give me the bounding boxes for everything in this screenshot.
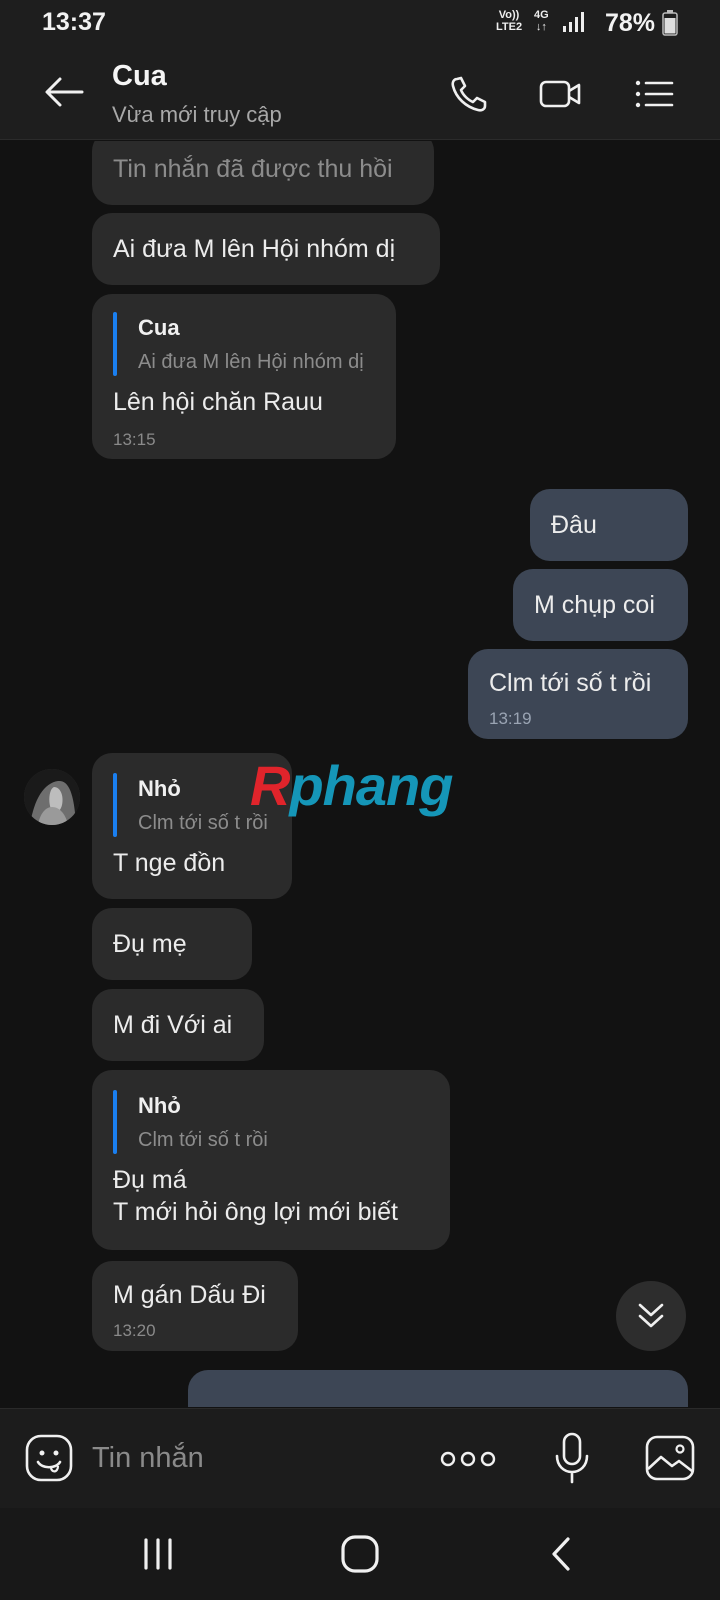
message-bubble[interactable]: M gán Dấu Đi 13:20 [92,1261,298,1351]
message-bubble[interactable]: Đụ mẹ [92,908,252,980]
message-time: 13:19 [489,709,532,728]
system-navigation-bar [0,1508,720,1600]
message-time: 13:20 [113,1321,156,1340]
message-bubble[interactable]: Ai đưa M lên Hội nhóm dị [92,213,440,285]
message-text: Ai đưa M lên Hội nhóm dị [113,235,396,263]
microphone-icon[interactable] [552,1431,592,1485]
quote-author: Nhỏ [138,1093,181,1118]
quote-author: Nhỏ [138,776,181,801]
signal-icon [563,12,584,32]
quote-text: Ai đưa M lên Hội nhóm dị [138,351,364,373]
reply-message-bubble[interactable]: Nhỏ Clm tới số t rồi Đụ má T mới hỏi ông… [92,1070,450,1250]
phone-icon[interactable] [448,74,492,114]
recalled-message-bubble[interactable]: Tin nhắn đã được thu hồi [92,141,434,205]
back-arrow-icon[interactable] [42,72,86,112]
message-composer [0,1408,720,1508]
back-icon[interactable] [540,1532,584,1576]
message-text: Đụ mẹ [113,930,187,958]
message-text: M chụp coi [534,591,655,619]
network-indicator: 4G ↓↑ [534,9,549,33]
reply-message-bubble[interactable]: Cua Ai đưa M lên Hội nhóm dị Lên hội chă… [92,294,396,459]
outgoing-message-bubble-partial[interactable] [188,1370,688,1407]
message-text: Clm tới số t rồi [489,669,652,697]
message-text-line-1: Đụ má [113,1166,187,1194]
emoji-icon[interactable] [24,1433,74,1483]
quote-text: Clm tới số t rồi [138,812,268,834]
quote-text: Clm tới số t rồi [138,1129,268,1151]
sender-avatar[interactable] [24,769,80,825]
message-text: M đi Với ai [113,1011,233,1039]
chat-header: Cua Vừa mới truy cập [0,44,720,140]
video-call-icon[interactable] [538,74,582,114]
quote-accent-bar [113,312,117,376]
message-text-line-2: T mới hỏi ông lợi mới biết [113,1198,398,1226]
message-text: Tin nhắn đã được thu hồi [113,155,393,183]
image-icon[interactable] [644,1433,696,1483]
scroll-to-bottom-button[interactable] [616,1281,686,1351]
message-list[interactable]: Tin nhắn đã được thu hồi Ai đưa M lên Hộ… [0,141,720,1407]
more-options-icon[interactable] [440,1449,496,1469]
message-text: Lên hội chăn Rauu [113,388,323,416]
quote-accent-bar [113,1090,117,1154]
message-text: Đâu [551,511,597,539]
status-bar: 13:37 Vo)) LTE2 4G ↓↑ 78% [0,0,720,44]
contact-status: Vừa mới truy cập [112,102,282,127]
message-text: T nge đồn [113,849,226,877]
menu-list-icon[interactable] [632,74,676,114]
message-time: 13:15 [113,430,156,449]
chat-screen: 13:37 Vo)) LTE2 4G ↓↑ 78% Cua Vừa mới tr… [0,0,720,1600]
battery-icon [662,10,678,36]
watermark-initial: R [250,754,290,817]
outgoing-message-bubble[interactable]: Đâu [530,489,688,561]
status-time: 13:37 [42,8,106,36]
message-text: M gán Dấu Đi [113,1281,266,1309]
message-input[interactable] [92,1433,412,1483]
contact-name[interactable]: Cua [112,60,167,93]
avatar-image [24,769,80,825]
double-chevron-down-icon [638,1303,664,1328]
watermark-logo: Rphang [250,753,453,818]
quote-author: Cua [138,315,180,340]
outgoing-message-bubble[interactable]: Clm tới số t rồi 13:19 [468,649,688,739]
quote-accent-bar [113,773,117,837]
battery-percent: 78% [605,9,656,37]
recent-apps-icon[interactable] [136,1532,180,1576]
home-icon[interactable] [338,1532,382,1576]
message-bubble[interactable]: M đi Với ai [92,989,264,1061]
volte-indicator: Vo)) LTE2 [496,9,523,33]
watermark-rest: phang [289,754,453,817]
outgoing-message-bubble[interactable]: M chụp coi [513,569,688,641]
